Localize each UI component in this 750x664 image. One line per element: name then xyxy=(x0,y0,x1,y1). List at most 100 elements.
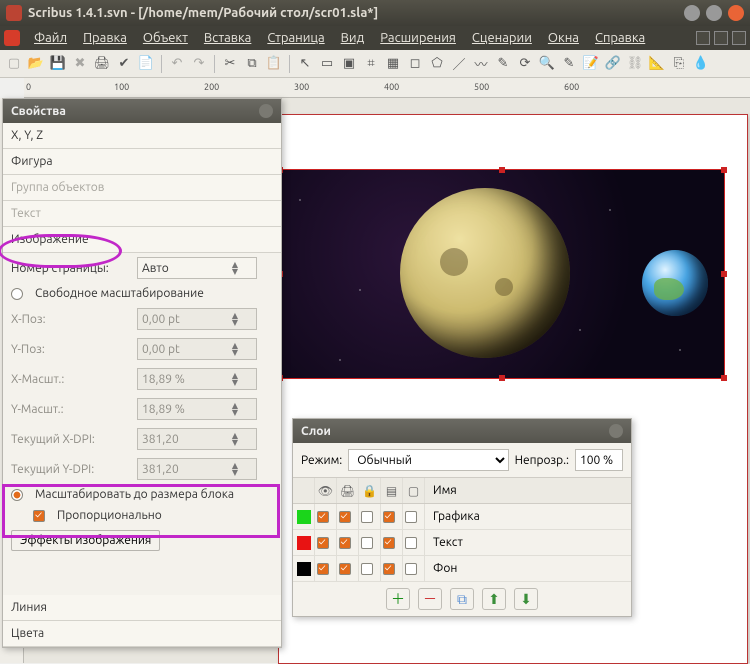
section-colors[interactable]: Цвета xyxy=(3,621,281,647)
image-effects-button[interactable]: Эффекты изображения xyxy=(11,530,160,551)
xpos-input: ▲▼ xyxy=(137,308,257,330)
preflight-icon[interactable]: ✔ xyxy=(114,54,134,74)
mdi-close[interactable] xyxy=(732,31,746,45)
image-frame[interactable] xyxy=(279,169,725,379)
undo-icon[interactable]: ↶ xyxy=(167,54,187,74)
save-icon[interactable]: 💾 xyxy=(48,54,68,74)
menu-edit[interactable]: Правка xyxy=(75,29,135,47)
layer-print-check[interactable] xyxy=(339,511,351,523)
handle-e[interactable] xyxy=(721,271,727,277)
section-image[interactable]: Изображение xyxy=(3,227,281,253)
mdi-restore[interactable] xyxy=(714,31,728,45)
paste-icon[interactable]: 📋 xyxy=(264,54,284,74)
layer-outline-check[interactable] xyxy=(405,563,417,575)
layers-panel-header[interactable]: Слои xyxy=(293,419,631,443)
layer-visible-check[interactable] xyxy=(317,563,329,575)
blend-mode-label: Режим: xyxy=(301,454,342,467)
menu-windows[interactable]: Окна xyxy=(540,29,587,47)
layer-visible-check[interactable] xyxy=(317,511,329,523)
menu-help[interactable]: Справка xyxy=(587,29,653,47)
layer-flow-check[interactable] xyxy=(383,563,395,575)
layer-row[interactable]: Текст xyxy=(293,530,631,556)
open-icon[interactable]: 📂 xyxy=(26,54,46,74)
window-minimize[interactable] xyxy=(684,5,700,21)
cut-icon[interactable]: ✂ xyxy=(220,54,240,74)
eyedrop-icon[interactable]: 💧 xyxy=(691,54,711,74)
opacity-input[interactable] xyxy=(575,449,623,471)
link-icon[interactable]: 🔗 xyxy=(603,54,623,74)
layer-flow-check[interactable] xyxy=(383,511,395,523)
freehand-icon[interactable]: ✎ xyxy=(493,54,513,74)
pagenum-select[interactable]: ▲▼ xyxy=(137,257,257,279)
layer-delete-button[interactable]: － xyxy=(418,588,442,610)
section-xyz[interactable]: X, Y, Z xyxy=(3,123,281,149)
rotate-icon[interactable]: ⟳ xyxy=(515,54,535,74)
layer-up-button[interactable]: ⬆ xyxy=(482,588,506,610)
window-maximize[interactable] xyxy=(706,5,722,21)
layer-outline-check[interactable] xyxy=(405,511,417,523)
layer-print-check[interactable] xyxy=(339,563,351,575)
layers-close-icon[interactable] xyxy=(609,424,623,438)
shape-icon[interactable]: ◻ xyxy=(405,54,425,74)
moon-image xyxy=(400,188,570,358)
window-close[interactable] xyxy=(728,5,744,21)
layer-print-check[interactable] xyxy=(339,537,351,549)
handle-n[interactable] xyxy=(499,167,505,173)
freescale-radio[interactable] xyxy=(11,288,23,300)
layer-outline-check[interactable] xyxy=(405,537,417,549)
layer-down-button[interactable]: ⬇ xyxy=(514,588,538,610)
scale-to-frame-radio[interactable] xyxy=(11,489,23,501)
layer-add-button[interactable]: ＋ xyxy=(386,588,410,610)
menu-page[interactable]: Страница xyxy=(259,29,332,47)
story-editor-icon[interactable]: 📝 xyxy=(581,54,601,74)
blend-mode-select[interactable]: Обычный xyxy=(348,449,508,471)
measure-icon[interactable]: 📐 xyxy=(647,54,667,74)
proportional-check[interactable] xyxy=(33,510,45,522)
line-icon[interactable]: ／ xyxy=(449,54,469,74)
print-icon[interactable]: 🖨 xyxy=(92,54,112,74)
mdi-minimize[interactable] xyxy=(696,31,710,45)
imageframe-icon[interactable]: ▣ xyxy=(339,54,359,74)
section-line[interactable]: Линия xyxy=(3,595,281,621)
handle-se[interactable] xyxy=(721,375,727,381)
menu-extensions[interactable]: Расширения xyxy=(372,29,464,47)
pdf-icon[interactable]: 📄 xyxy=(136,54,156,74)
new-icon[interactable]: ▢ xyxy=(4,54,24,74)
menu-scripts[interactable]: Сценарии xyxy=(464,29,540,47)
textframe-icon[interactable]: ▭ xyxy=(317,54,337,74)
print-icon: 🖨 xyxy=(340,484,355,498)
unlink-icon[interactable]: ⛓ xyxy=(625,54,645,74)
outline-icon: ▢ xyxy=(408,484,419,498)
table-icon[interactable]: ▦ xyxy=(383,54,403,74)
select-icon[interactable]: ↖ xyxy=(295,54,315,74)
layer-row[interactable]: Графика xyxy=(293,504,631,530)
copy-icon[interactable]: ⧉ xyxy=(242,54,262,74)
pagenum-value[interactable] xyxy=(138,262,228,275)
polygon-icon[interactable]: ⬠ xyxy=(427,54,447,74)
menu-view[interactable]: Вид xyxy=(333,29,373,47)
menu-object[interactable]: Объект xyxy=(135,29,196,47)
layer-duplicate-button[interactable]: ⧉ xyxy=(450,588,474,610)
zoom-icon[interactable]: 🔍 xyxy=(537,54,557,74)
menu-file[interactable]: Файл xyxy=(26,29,75,47)
redo-icon[interactable]: ↷ xyxy=(189,54,209,74)
handle-s[interactable] xyxy=(499,375,505,381)
edit-contents-icon[interactable]: ✎ xyxy=(559,54,579,74)
close-icon[interactable]: ✖ xyxy=(70,54,90,74)
section-shape[interactable]: Фигура xyxy=(3,149,281,175)
menu-insert[interactable]: Вставка xyxy=(196,29,259,47)
handle-ne[interactable] xyxy=(721,167,727,173)
layer-lock-check[interactable] xyxy=(361,537,373,549)
layer-lock-check[interactable] xyxy=(361,511,373,523)
layer-visible-check[interactable] xyxy=(317,537,329,549)
bezier-icon[interactable]: 〰 xyxy=(471,54,491,74)
layer-lock-check[interactable] xyxy=(361,563,373,575)
copyprops-icon[interactable]: ⎘ xyxy=(669,54,689,74)
layer-row[interactable]: Фон xyxy=(293,556,631,582)
layer-flow-check[interactable] xyxy=(383,537,395,549)
render-icon[interactable]: ⌗ xyxy=(361,54,381,74)
earth-image xyxy=(642,250,708,316)
layer-swatch xyxy=(297,536,311,550)
properties-close-icon[interactable] xyxy=(259,104,273,118)
properties-panel-header[interactable]: Свойства xyxy=(3,99,281,123)
